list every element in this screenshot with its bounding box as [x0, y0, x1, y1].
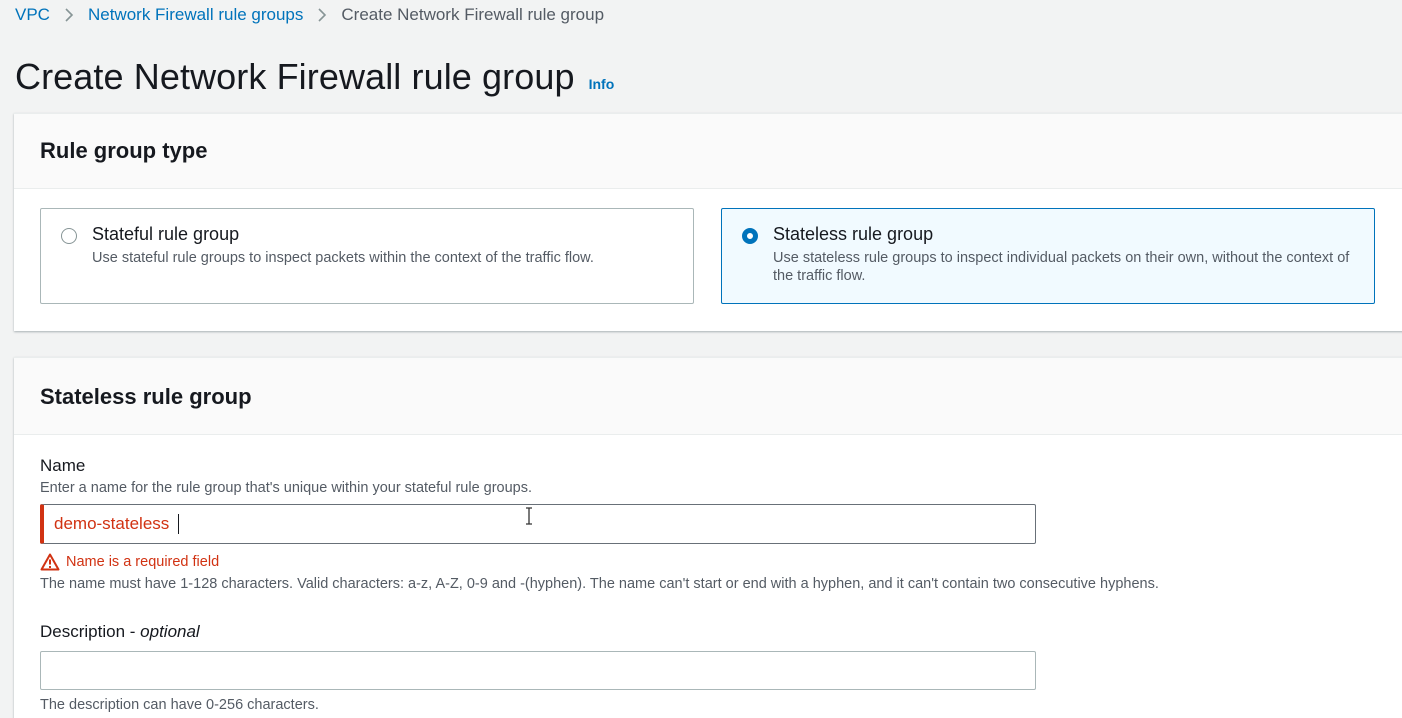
stateless-radio-button[interactable] — [742, 228, 758, 244]
page: VPC Network Firewall rule groups Create … — [0, 0, 1402, 718]
breadcrumb-rule-groups[interactable]: Network Firewall rule groups — [88, 5, 303, 25]
name-label: Name — [40, 456, 86, 475]
stateful-radio-button[interactable] — [61, 228, 77, 244]
breadcrumb-current: Create Network Firewall rule group — [341, 5, 605, 24]
panel-header: Rule group type — [14, 114, 1402, 189]
name-description: Enter a name for the rule group that's u… — [40, 480, 533, 496]
rule-group-type-panel: Rule group type Stateful rule group Use … — [14, 113, 1402, 331]
stateful-option-description: Use stateful rule groups to inspect pack… — [92, 250, 594, 266]
stateless-rule-group-panel: Stateless rule group Name Enter a name f… — [14, 357, 1402, 718]
stateless-section-title: Stateless rule group — [40, 384, 252, 409]
breadcrumb: VPC Network Firewall rule groups Create … — [15, 4, 604, 26]
stateless-rule-group-option[interactable]: Stateless rule group Use stateless rule … — [721, 208, 1375, 304]
breadcrumb-vpc[interactable]: VPC — [15, 5, 50, 25]
stateful-option-label: Stateful rule group — [92, 224, 240, 244]
description-constraint: The description can have 0-256 character… — [40, 697, 319, 713]
optional-tag: optional — [140, 622, 200, 641]
stateless-option-description: Use stateless rule groups to inspect ind… — [773, 250, 1350, 284]
stateful-rule-group-option[interactable]: Stateful rule group Use stateful rule gr… — [40, 208, 694, 304]
warning-icon — [40, 553, 60, 571]
rule-group-type-title: Rule group type — [40, 138, 208, 163]
chevron-right-icon — [64, 7, 74, 23]
name-input[interactable] — [40, 504, 1036, 544]
name-error-text: Name is a required field — [66, 554, 220, 570]
description-label: Description - optional — [40, 622, 200, 642]
name-error: Name is a required field — [40, 553, 219, 571]
info-link[interactable]: Info — [589, 76, 615, 92]
chevron-right-icon — [317, 7, 327, 23]
panel-header: Stateless rule group — [14, 358, 1402, 435]
text-cursor-icon — [524, 507, 534, 529]
stateless-option-label: Stateless rule group — [773, 224, 934, 244]
description-label-text: Description — [40, 622, 126, 641]
text-caret — [178, 514, 179, 534]
title-row: Create Network Firewall rule group Info — [15, 56, 614, 98]
description-input[interactable] — [40, 651, 1036, 690]
page-title: Create Network Firewall rule group — [15, 56, 575, 97]
name-constraint: The name must have 1-128 characters. Val… — [40, 576, 1159, 592]
description-label-separator: - — [125, 622, 141, 641]
